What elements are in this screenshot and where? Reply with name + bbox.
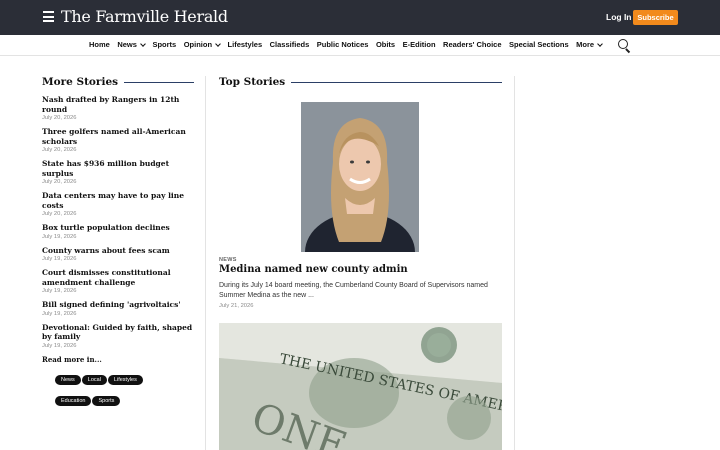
more-stories-header: More Stories (42, 76, 194, 88)
story-item: Devotional: Guided by faith, shaped by f… (42, 323, 194, 350)
nav-item-label: Classifieds (269, 40, 310, 49)
story-date: July 20, 2026 (42, 147, 77, 153)
lead-summary: During its July 14 board meeting, the Cu… (219, 282, 488, 299)
top-stories-section: Top Stories NEWS Medina named new county… (219, 76, 502, 450)
nav-list: Home News Sports Opinion Lifestyles Classifie… (89, 40, 610, 49)
top-bar: The Farmville Herald Log In Subscribe (0, 0, 720, 35)
story-date: July 19, 2026 (42, 288, 77, 294)
chevron-down-icon (140, 40, 146, 47)
tag-local[interactable]: Local (81, 374, 107, 385)
money-story-image[interactable]: THE UNITED STATES OF AMERICA ONE (219, 323, 502, 450)
site-masthead[interactable]: The Farmville Herald (61, 7, 228, 26)
story-link[interactable]: County warns about fees scam (42, 246, 194, 256)
nav-item-more[interactable]: More (576, 40, 603, 49)
section-rule (124, 81, 194, 83)
nav-item-label: More (576, 40, 595, 49)
nav-item-label: Lifestyles (227, 40, 263, 49)
subscribe-button[interactable]: Subscribe (633, 10, 678, 25)
more-stories-title: More Stories (42, 76, 119, 88)
nav-item-label: Obits (375, 40, 396, 49)
nav-item-news[interactable]: News (117, 40, 146, 49)
story-kicker: NEWS (219, 257, 237, 263)
nav-item-label: Public Notices (316, 40, 369, 49)
read-more-label: Read more in... (42, 354, 102, 364)
story-item: Box turtle population declines July 19, 2… (42, 223, 194, 241)
story-item: Nash drafted by Rangers in 12th round Jul… (42, 95, 194, 122)
story-link[interactable]: Devotional: Guided by faith, shaped by f… (42, 323, 194, 342)
dollar-bills-image: THE UNITED STATES OF AMERICA ONE (219, 323, 502, 450)
main-nav: Home News Sports Opinion Lifestyles Classifie… (0, 35, 720, 56)
search-icon[interactable] (617, 38, 632, 54)
story-item: Three golfers named all-American scholar… (42, 127, 194, 154)
column-divider (514, 76, 515, 450)
nav-item-public-notices[interactable]: Public Notices (317, 40, 369, 49)
nav-item-special-sections[interactable]: Special Sections (509, 40, 569, 49)
nav-item-e-edition[interactable]: E-Edition (403, 40, 436, 49)
story-link[interactable]: Court dismisses constitutional amendment… (42, 268, 194, 287)
nav-item-label: Home (89, 40, 110, 49)
chevron-down-icon (215, 40, 221, 47)
story-item: Court dismisses constitutional amendment… (42, 268, 194, 295)
top-stories-title: Top Stories (219, 76, 286, 88)
nav-item-obits[interactable]: Obits (376, 40, 395, 49)
story-link[interactable]: State has $936 million budget surplus (42, 159, 194, 178)
story-item: Bill signed defining 'agrivoltaics' July … (42, 300, 194, 318)
story-link[interactable]: Bill signed defining 'agrivoltaics' (42, 300, 194, 310)
nav-item-label: Readers' Choice (443, 40, 502, 49)
nav-item-opinion[interactable]: Opinion (183, 40, 221, 49)
lead-date: July 21, 2026 (219, 303, 254, 309)
tag-lifestyles[interactable]: Lifestyles (107, 374, 143, 385)
story-link[interactable]: Box turtle population declines (42, 223, 194, 233)
story-link[interactable]: Nash drafted by Rangers in 12th round (42, 95, 194, 114)
story-link[interactable]: Data centers may have to pay line costs (42, 191, 194, 210)
top-stories-header: Top Stories (219, 76, 502, 88)
nav-item-classifieds[interactable]: Classifieds (270, 40, 310, 49)
lead-headline[interactable]: Medina named new county admin (219, 264, 408, 275)
nav-item-sports[interactable]: Sports (152, 40, 176, 49)
column-divider (205, 76, 206, 450)
nav-item-lifestyles[interactable]: Lifestyles (228, 40, 263, 49)
story-list: Nash drafted by Rangers in 12th round Jul… (42, 95, 194, 350)
login-link[interactable]: Log In (606, 12, 632, 22)
nav-item-label: Special Sections (509, 40, 569, 49)
tag-list: News Local Lifestyles Education Sports (55, 368, 195, 410)
lead-story-photo[interactable] (301, 102, 419, 252)
story-item: County warns about fees scam July 19, 202… (42, 246, 194, 264)
tag-sports[interactable]: Sports (92, 395, 121, 406)
story-item: Data centers may have to pay line costs J… (42, 191, 194, 218)
nav-item-home[interactable]: Home (89, 40, 110, 49)
nav-item-label: E-Edition (402, 40, 436, 49)
story-date: July 19, 2026 (42, 256, 77, 262)
story-link[interactable]: Three golfers named all-American scholar… (42, 127, 194, 146)
story-date: July 19, 2026 (42, 233, 77, 240)
portrait-image (301, 102, 419, 252)
nav-item-label: News (117, 40, 137, 49)
nav-item-label: Opinion (183, 40, 213, 49)
hamburger-menu-icon[interactable] (43, 11, 54, 23)
tag-news[interactable]: News (55, 374, 81, 385)
story-date: July 20, 2026 (42, 179, 77, 185)
story-date: July 19, 2026 (42, 310, 77, 317)
tag-education[interactable]: Education (55, 395, 92, 406)
section-rule (291, 81, 502, 83)
story-date: July 20, 2026 (42, 211, 77, 217)
nav-item-label: Sports (152, 40, 177, 49)
nav-item-readers-choice[interactable]: Readers' Choice (443, 40, 501, 49)
story-date: July 19, 2026 (42, 342, 77, 349)
more-stories-section: More Stories Nash drafted by Rangers in … (42, 76, 194, 410)
story-item: State has $936 million budget surplus Jul… (42, 159, 194, 186)
chevron-down-icon (597, 40, 603, 47)
story-date: July 20, 2026 (42, 115, 77, 121)
